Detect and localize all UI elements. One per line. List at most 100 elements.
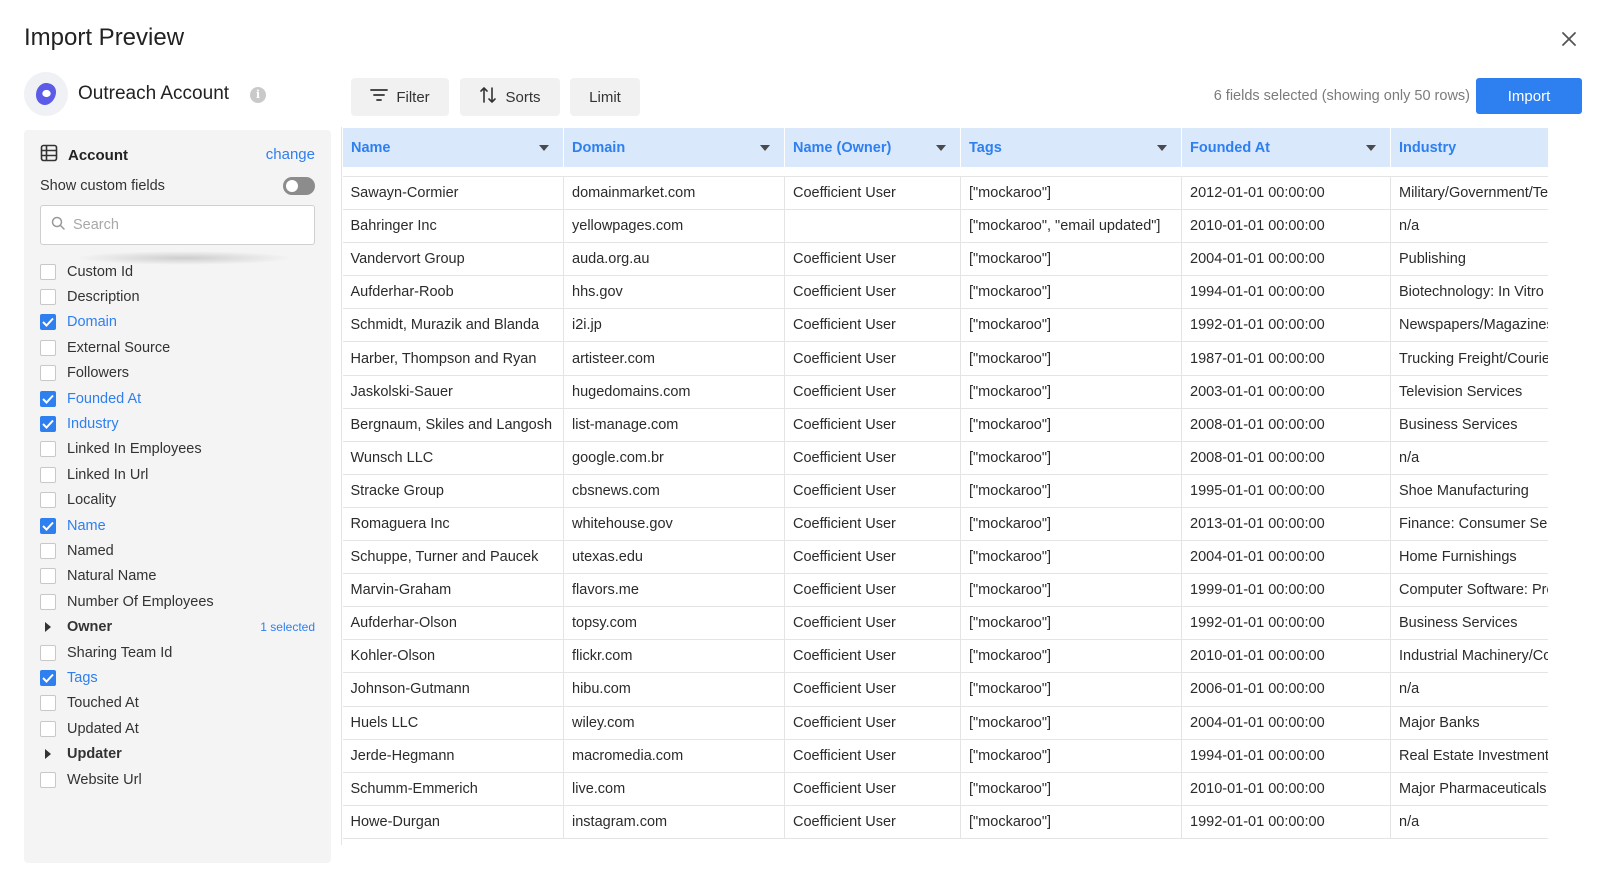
field-item-sharing-team-id[interactable]: Sharing Team Id — [40, 640, 315, 665]
field-selector-panel: Account change Show custom fields Custom… — [24, 130, 331, 863]
checkbox[interactable] — [40, 314, 56, 331]
cell-tags: ["mockaroo"] — [960, 772, 1182, 806]
cell-domain: artisteer.com — [563, 341, 785, 376]
column-menu-caret-icon[interactable] — [1366, 144, 1376, 151]
field-item-number-of-employees[interactable]: Number Of Employees — [40, 589, 315, 614]
checkbox[interactable] — [40, 593, 56, 610]
field-item-tags[interactable]: Tags — [40, 665, 315, 690]
field-item-linked-in-employees[interactable]: Linked In Employees — [40, 437, 315, 462]
table-row: Bahringer Inc yellowpages.com ["mockaroo",… — [342, 209, 1548, 244]
cell-domain: flickr.com — [563, 639, 785, 674]
field-item-name[interactable]: Name — [40, 513, 315, 538]
checkbox[interactable] — [40, 492, 56, 509]
column-header-domain[interactable]: Domain — [563, 127, 785, 168]
group-selected-count: 1 selected — [260, 620, 315, 635]
checkbox[interactable] — [40, 771, 56, 788]
cell-founded-at: 2012-01-01 00:00:00 — [1181, 176, 1391, 211]
sorts-button[interactable]: Sorts — [460, 78, 560, 116]
column-header-industry[interactable]: Industry — [1390, 127, 1548, 168]
column-header-label: Domain — [572, 139, 626, 156]
cell-name: Jaskolski-Sauer — [342, 375, 564, 409]
field-item-updated-at[interactable]: Updated At — [40, 716, 315, 741]
field-label: Number Of Employees — [67, 593, 214, 610]
field-group-updater[interactable]: Updater — [40, 741, 315, 766]
change-object-link[interactable]: change — [266, 146, 315, 163]
table-row: Harber, Thompson and Ryan artisteer.com Co… — [342, 341, 1548, 376]
checkbox[interactable] — [40, 669, 56, 686]
field-item-founded-at[interactable]: Founded At — [40, 386, 315, 411]
column-menu-caret-icon[interactable] — [1157, 144, 1167, 151]
checkbox[interactable] — [40, 390, 56, 407]
column-header-name-owner[interactable]: Name (Owner) — [784, 127, 961, 168]
cell-name: Romaguera Inc — [342, 507, 564, 542]
field-group-owner[interactable]: Owner 1 selected — [40, 614, 315, 639]
table-row: Vandervort Group auda.org.au Coefficient U… — [342, 242, 1548, 277]
column-header-label: Founded At — [1190, 139, 1270, 156]
cell-name-owner: Coefficient User — [784, 408, 961, 442]
caret-right-icon[interactable] — [40, 622, 56, 633]
search-input[interactable] — [73, 217, 293, 233]
checkbox[interactable] — [40, 416, 56, 433]
column-header-name[interactable]: Name — [342, 127, 564, 168]
close-icon[interactable] — [1558, 28, 1580, 50]
cell-name: Schuppe, Turner and Paucek — [342, 540, 564, 575]
cell-name: Wunsch LLC — [342, 441, 564, 475]
cell-name: Bahringer Inc — [342, 209, 564, 244]
column-header-tags[interactable]: Tags — [960, 127, 1182, 168]
column-header-founded-at[interactable]: Founded At — [1181, 127, 1391, 168]
cell-name-owner — [784, 209, 961, 244]
sort-arrows-icon — [479, 86, 497, 108]
filter-button[interactable]: Filter — [351, 78, 449, 116]
checkbox[interactable] — [40, 542, 56, 559]
checkbox[interactable] — [40, 365, 56, 382]
cell-name-owner: Coefficient User — [784, 805, 961, 839]
field-item-linked-in-url[interactable]: Linked In Url — [40, 462, 315, 487]
cell-domain: google.com.br — [563, 441, 785, 475]
column-menu-caret-icon[interactable] — [760, 144, 770, 151]
table-header-row: Name Domain Name (Owner) Tags Founded At Indu… — [342, 127, 1548, 168]
cell-name: Stracke Group — [342, 474, 564, 508]
cell-industry: Publishing — [1390, 242, 1548, 277]
object-header: Account — [40, 144, 128, 166]
cell-industry: n/a — [1390, 805, 1548, 839]
field-search[interactable] — [40, 205, 315, 245]
field-item-followers[interactable]: Followers — [40, 361, 315, 386]
cell-tags: ["mockaroo"] — [960, 474, 1182, 508]
field-item-natural-name[interactable]: Natural Name — [40, 564, 315, 589]
checkbox[interactable] — [40, 568, 56, 585]
field-item-named[interactable]: Named — [40, 538, 315, 563]
column-menu-caret-icon[interactable] — [936, 144, 946, 151]
show-custom-fields-toggle[interactable] — [283, 177, 315, 195]
checkbox[interactable] — [40, 644, 56, 661]
checkbox[interactable] — [40, 517, 56, 534]
checkbox[interactable] — [40, 466, 56, 483]
checkbox[interactable] — [40, 263, 56, 280]
field-item-website-url[interactable]: Website Url — [40, 767, 315, 792]
cell-tags: ["mockaroo"] — [960, 805, 1182, 839]
cell-name-owner: Coefficient User — [784, 540, 961, 575]
field-item-industry[interactable]: Industry — [40, 411, 315, 436]
checkbox[interactable] — [40, 339, 56, 356]
field-item-domain[interactable]: Domain — [40, 310, 315, 335]
field-item-custom-id[interactable]: Custom Id — [40, 259, 315, 284]
table-row: Schmidt, Murazik and Blanda i2i.jp Coeffic… — [342, 308, 1548, 343]
filter-label: Filter — [396, 88, 430, 106]
limit-button[interactable]: Limit — [570, 78, 640, 116]
checkbox[interactable] — [40, 289, 56, 306]
field-item-locality[interactable]: Locality — [40, 488, 315, 513]
search-icon — [51, 216, 65, 235]
info-icon[interactable]: i — [250, 87, 266, 103]
field-item-description[interactable]: Description — [40, 284, 315, 309]
import-button[interactable]: Import — [1476, 78, 1582, 114]
preview-table-container[interactable]: Name Domain Name (Owner) Tags Founded At Indu… — [341, 127, 1548, 845]
cell-domain: whitehouse.gov — [563, 507, 785, 542]
column-menu-caret-icon[interactable] — [539, 144, 549, 151]
field-item-external-source[interactable]: External Source — [40, 335, 315, 360]
cell-founded-at: 2004-01-01 00:00:00 — [1181, 706, 1391, 740]
field-item-touched-at[interactable]: Touched At — [40, 691, 315, 716]
cell-domain: flavors.me — [563, 573, 785, 608]
caret-right-icon[interactable] — [40, 749, 56, 760]
checkbox[interactable] — [40, 695, 56, 712]
checkbox[interactable] — [40, 720, 56, 737]
checkbox[interactable] — [40, 441, 56, 458]
